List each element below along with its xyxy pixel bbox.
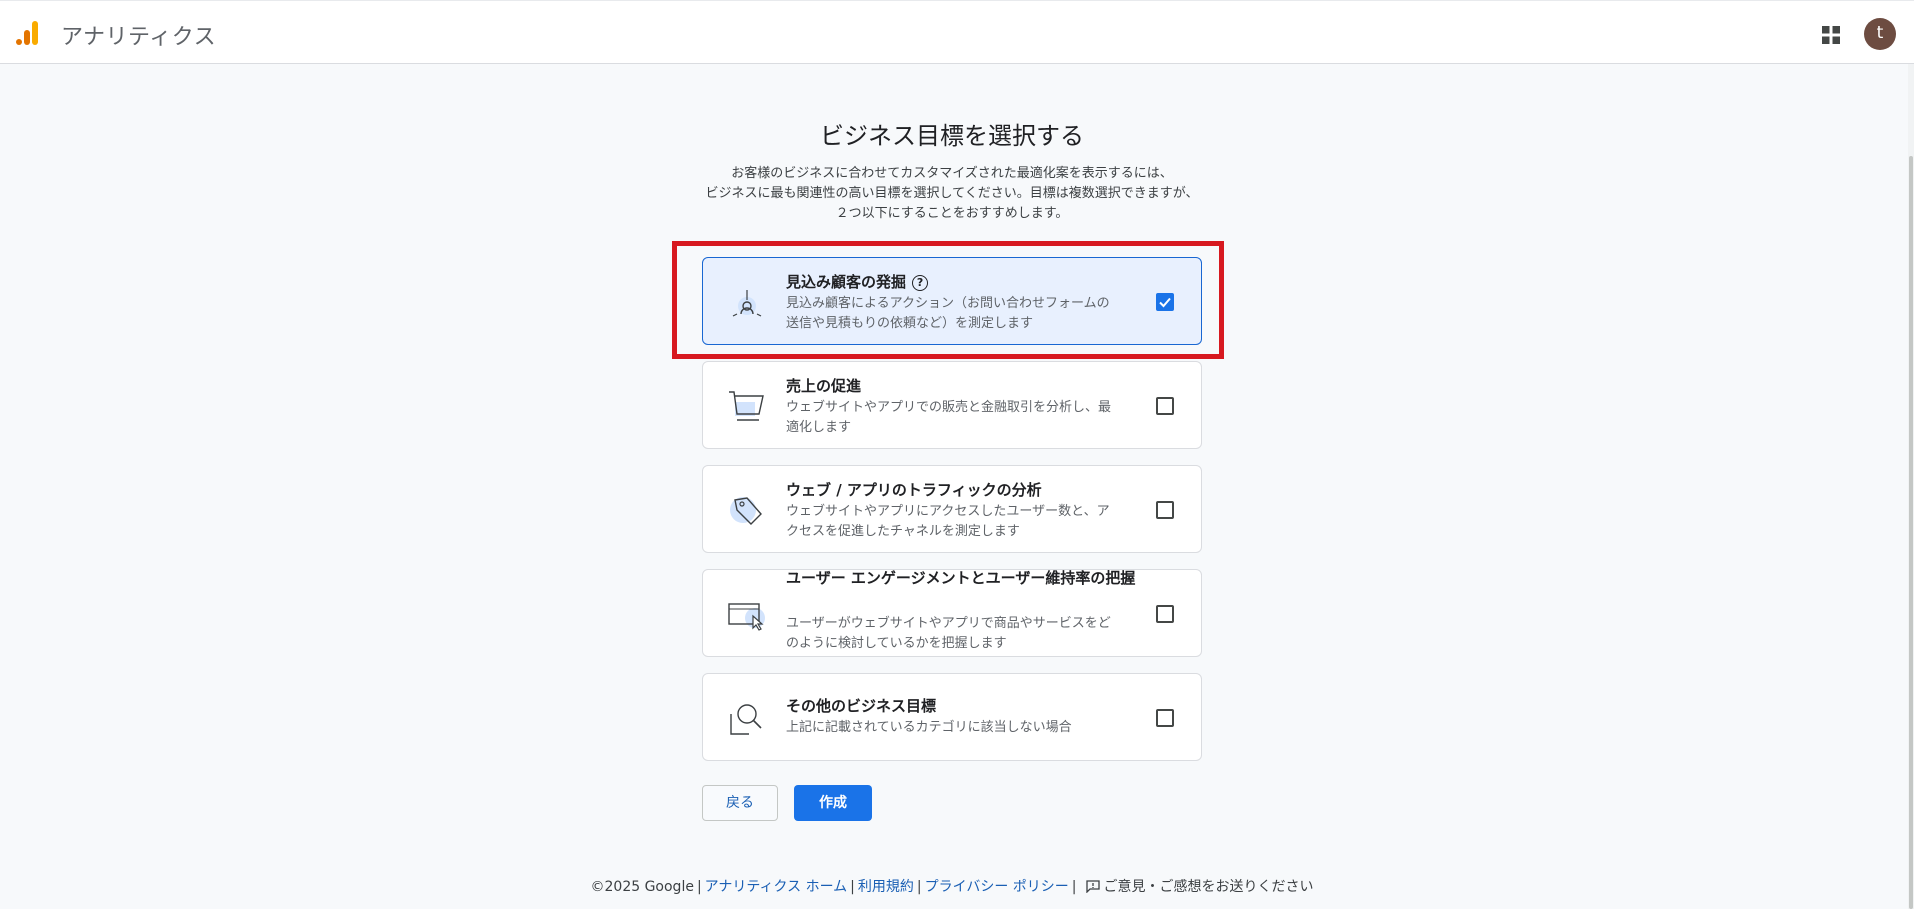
shopping-cart-icon: [729, 391, 764, 421]
option-checkbox[interactable]: [1156, 709, 1174, 727]
option-title: 見込み顧客の発掘?: [786, 271, 1156, 293]
page-title: ビジネス目標を選択する: [820, 122, 1084, 150]
option-description-line: 見込み顧客によるアクション（お問い合わせフォームの: [786, 296, 1110, 311]
option-checkbox[interactable]: [1156, 501, 1174, 519]
option-description-line: のように検討しているかを把握します: [786, 636, 1007, 651]
option-title: ウェブ / アプリのトラフィックの分析: [786, 481, 1042, 499]
option-title: ユーザー エンゲージメントとユーザー維持率の把握: [786, 569, 1136, 587]
copyright-text: ©2025 Google: [590, 879, 694, 895]
option-engagement-retention[interactable]: ユーザー エンゲージメントとユーザー維持率の把握 ユーザーがウェブサイトやアプリ…: [702, 569, 1202, 657]
option-lead-generation[interactable]: 見込み顧客の発掘? 見込み顧客によるアクション（お問い合わせフォームの 送信や見…: [702, 257, 1202, 345]
option-checkbox-checked[interactable]: [1156, 293, 1174, 311]
option-description: 上記に記載されているカテゴリに該当しない場合: [786, 718, 1156, 738]
description-line: ２つ以下にすることをおすすめします。: [835, 206, 1069, 221]
option-description-line: 送信や見積もりの依頼など）を測定します: [786, 316, 1034, 331]
option-traffic-analysis[interactable]: ウェブ / アプリのトラフィックの分析 ウェブサイトやアプリにアクセスしたユーザ…: [702, 465, 1202, 553]
option-description: ウェブサイトやアプリにアクセスしたユーザー数と、ア クセスを促進したチャネルを測…: [786, 502, 1156, 542]
scrollbar-thumb[interactable]: [1909, 156, 1913, 909]
option-description-line: 適化します: [786, 420, 852, 435]
back-button[interactable]: 戻る: [702, 785, 778, 821]
top-app-bar: アナリティクス t: [0, 0, 1914, 64]
footer-separator: |: [1071, 879, 1077, 895]
description-line: お客様のビジネスに合わせてカスタマイズされた最適化案を表示するには、: [731, 166, 1173, 181]
tag-icon: [730, 497, 762, 525]
help-icon[interactable]: ?: [912, 275, 929, 291]
footer-link-analytics-home[interactable]: アナリティクス ホーム: [705, 879, 848, 895]
browser-cursor-icon: [728, 603, 765, 631]
check-icon: [1159, 297, 1171, 308]
description-line: ビジネスに最も関連性の高い目標を選択してください。目標は複数選択できますが、: [705, 186, 1199, 201]
option-drive-sales[interactable]: 売上の促進 ウェブサイトやアプリでの販売と金融取引を分析し、最 適化します: [702, 361, 1202, 449]
option-description: ユーザーがウェブサイトやアプリで商品やサービスをど のように検討しているかを把握…: [786, 614, 1156, 654]
option-description: ウェブサイトやアプリでの販売と金融取引を分析し、最 適化します: [786, 398, 1156, 438]
lead-target-icon: [732, 290, 762, 317]
app-title: アナリティクス: [61, 25, 217, 50]
feedback-icon[interactable]: [1085, 880, 1100, 893]
footer-separator: |: [916, 879, 922, 895]
apps-grid-icon[interactable]: [1821, 25, 1841, 45]
option-description-line: 上記に記載されているカテゴリに該当しない場合: [786, 720, 1072, 735]
option-description-line: クセスを促進したチャネルを測定します: [786, 524, 1020, 539]
footer-separator: |: [696, 879, 702, 895]
option-checkbox[interactable]: [1156, 605, 1174, 623]
footer-link-privacy[interactable]: プライバシー ポリシー: [925, 879, 1069, 895]
feedback-link[interactable]: ご意見・ご感想をお送りください: [1104, 879, 1314, 895]
option-title-text: 見込み顧客の発掘: [786, 273, 907, 291]
option-title: 売上の促進: [786, 377, 862, 395]
footer: ©2025 Google | アナリティクス ホーム | 利用規約 | プライバシー ポリシ…: [0, 876, 1904, 896]
analytics-logo-icon[interactable]: [14, 19, 42, 47]
account-avatar[interactable]: t: [1864, 18, 1896, 50]
option-checkbox[interactable]: [1156, 397, 1174, 415]
option-description-line: ウェブサイトやアプリでの販売と金融取引を分析し、最: [786, 400, 1112, 415]
option-other-goals[interactable]: その他のビジネス目標 上記に記載されているカテゴリに該当しない場合: [702, 673, 1202, 761]
option-title: その他のビジネス目標: [786, 697, 937, 715]
footer-separator: |: [850, 879, 855, 895]
page-description: お客様のビジネスに合わせてカスタマイズされた最適化案を表示するには、 ビジネスに…: [652, 164, 1252, 224]
magnifier-document-icon: [730, 704, 762, 735]
create-button[interactable]: 作成: [794, 785, 872, 821]
option-description-line: ウェブサイトやアプリにアクセスしたユーザー数と、ア: [786, 504, 1110, 519]
option-description: 見込み顧客によるアクション（お問い合わせフォームの 送信や見積もりの依頼など）を…: [786, 294, 1156, 334]
footer-link-terms[interactable]: 利用規約: [858, 879, 914, 895]
option-description-line: ユーザーがウェブサイトやアプリで商品やサービスをど: [786, 616, 1111, 631]
